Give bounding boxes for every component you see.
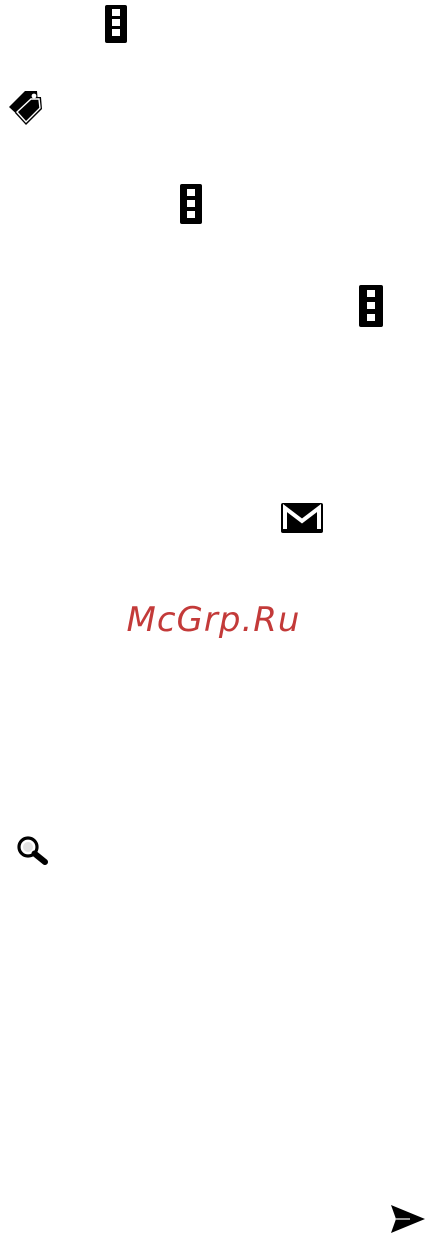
send-icon[interactable] (390, 1203, 426, 1235)
watermark-text: McGrp.Ru (126, 600, 301, 640)
dot (187, 200, 195, 207)
dot (367, 302, 375, 309)
more-vert-icon[interactable] (180, 184, 202, 224)
dot (187, 189, 195, 196)
search-icon[interactable] (15, 835, 51, 865)
dot (187, 211, 195, 218)
tag-icon (9, 91, 42, 125)
dot (112, 29, 120, 36)
dot (367, 290, 375, 297)
dot (367, 314, 375, 321)
dot (112, 19, 120, 26)
gmail-icon[interactable] (281, 503, 323, 533)
dot (112, 9, 120, 16)
more-vert-icon[interactable] (105, 5, 127, 43)
more-vert-icon[interactable] (359, 285, 383, 327)
